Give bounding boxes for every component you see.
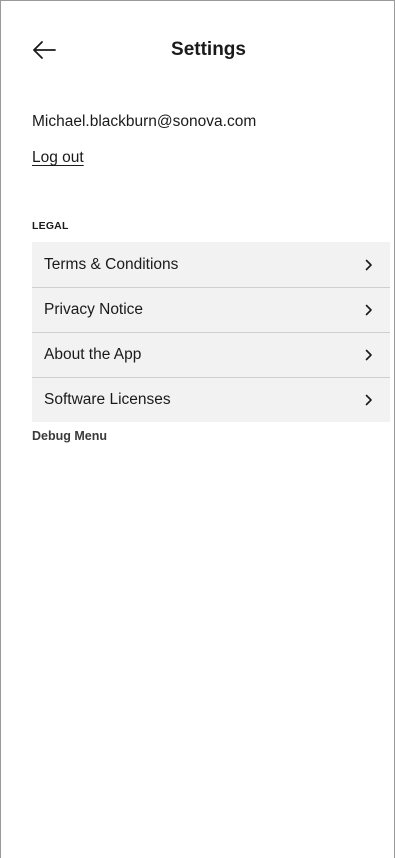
legal-item-licenses[interactable]: Software Licenses: [32, 377, 390, 422]
settings-screen: Settings Michael.blackburn@sonova.com Lo…: [0, 0, 395, 858]
page-title: Settings: [171, 39, 246, 60]
legal-section-header: LEGAL: [32, 220, 69, 232]
legal-item-privacy[interactable]: Privacy Notice: [32, 287, 390, 332]
chevron-right-icon: [365, 349, 373, 361]
chevron-right-icon: [365, 259, 373, 271]
chevron-right-icon: [365, 394, 373, 406]
app-bar: Settings: [1, 1, 394, 97]
debug-menu-link[interactable]: Debug Menu: [32, 429, 107, 443]
logout-link[interactable]: Log out: [32, 149, 84, 167]
legal-item-terms[interactable]: Terms & Conditions: [32, 242, 390, 287]
legal-item-about[interactable]: About the App: [32, 332, 390, 377]
list-item-label: Software Licenses: [44, 391, 171, 408]
account-email: Michael.blackburn@sonova.com: [32, 113, 257, 130]
list-item-label: About the App: [44, 346, 142, 363]
legal-list: Terms & Conditions Privacy Notice About …: [32, 242, 390, 422]
list-item-label: Terms & Conditions: [44, 255, 179, 273]
chevron-right-icon: [365, 304, 373, 316]
list-item-label: Privacy Notice: [44, 301, 144, 318]
